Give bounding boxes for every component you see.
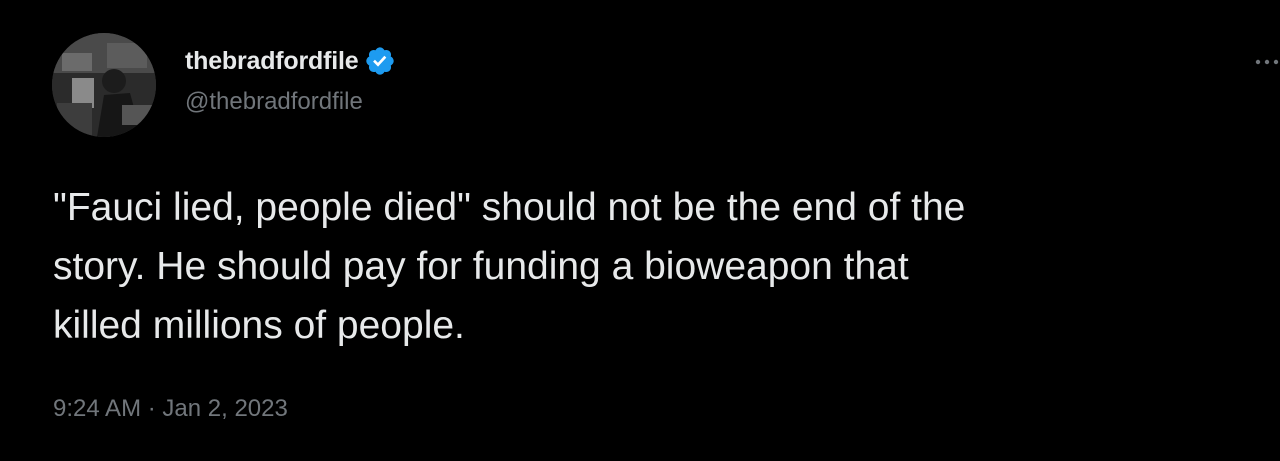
tweet-timestamp[interactable]: 9:24 AM · Jan 2, 2023 (53, 395, 288, 423)
display-name[interactable]: thebradfordfile (185, 47, 359, 76)
avatar[interactable] (52, 33, 156, 137)
display-name-row: thebradfordfile (185, 44, 396, 78)
timestamp-separator: · (141, 395, 163, 422)
avatar-photo (52, 33, 156, 137)
more-options-icon[interactable] (1254, 52, 1280, 72)
verified-badge-icon (364, 45, 396, 77)
tweet-date[interactable]: Jan 2, 2023 (162, 395, 287, 423)
tweet-time[interactable]: 9:24 AM (53, 395, 141, 423)
tweet-card: thebradfordfile @thebradfordfile "Fauci … (0, 0, 1280, 461)
user-handle[interactable]: @thebradfordfile (185, 88, 363, 116)
tweet-text: "Fauci lied, people died" should not be … (53, 186, 966, 347)
